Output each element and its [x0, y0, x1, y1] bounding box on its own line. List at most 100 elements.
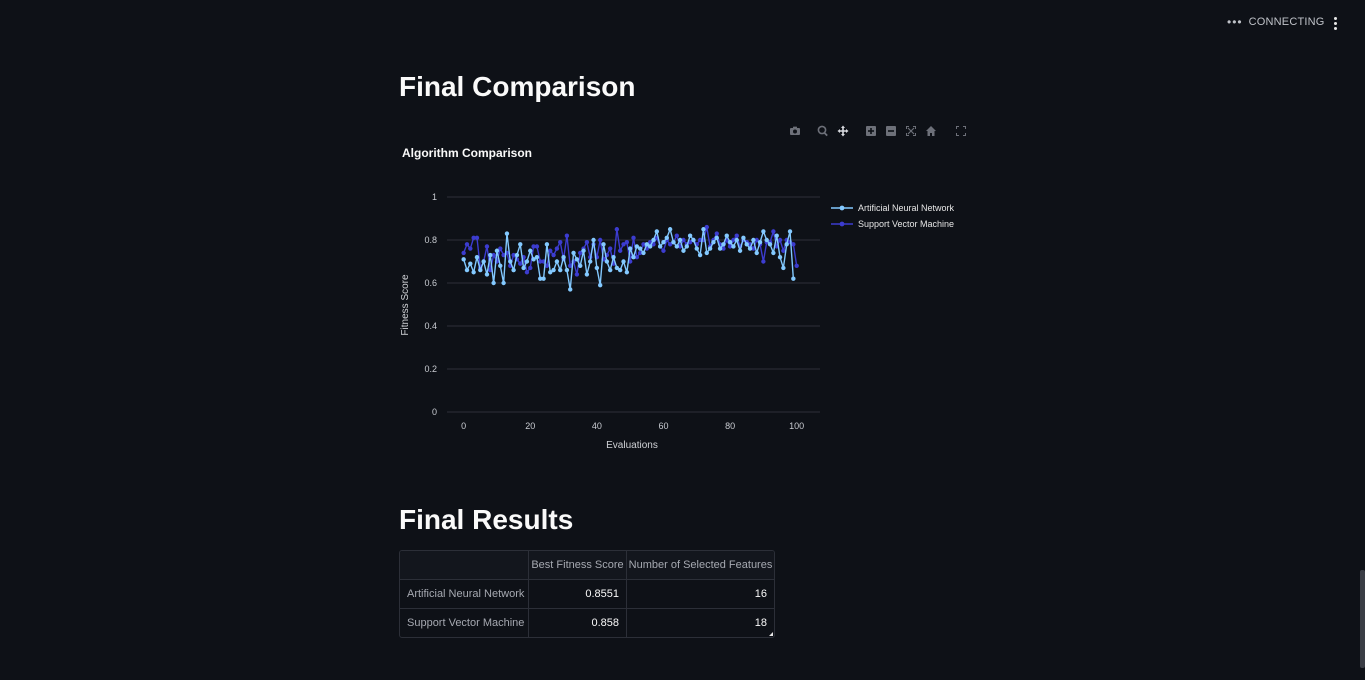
- y-tick-label: 0: [432, 407, 437, 417]
- data-point: [661, 248, 666, 253]
- data-point: [621, 259, 626, 264]
- camera-icon[interactable]: [788, 124, 802, 138]
- data-point: [578, 263, 583, 268]
- data-point: [498, 263, 503, 268]
- data-point: [711, 239, 716, 245]
- table-cell-score[interactable]: 0.858: [528, 609, 626, 637]
- pan-icon[interactable]: [836, 124, 850, 138]
- data-point: [647, 244, 653, 249]
- data-point: [651, 237, 656, 243]
- x-tick-label: 0: [461, 421, 466, 431]
- data-point: [481, 259, 486, 264]
- data-point: [464, 267, 470, 273]
- data-point: [777, 237, 783, 243]
- chart-modebar: [788, 124, 968, 138]
- data-point: [574, 257, 580, 262]
- data-point: [794, 263, 799, 268]
- data-point: [607, 267, 613, 273]
- data-point: [528, 265, 533, 271]
- table-cell-score[interactable]: 0.8551: [528, 580, 626, 608]
- data-point: [674, 233, 679, 238]
- data-point: [627, 246, 633, 251]
- data-point: [761, 229, 766, 234]
- chart-series: [461, 224, 799, 292]
- data-point: [724, 233, 729, 238]
- table-row[interactable]: Artificial Neural Network 0.8551 16: [400, 579, 774, 608]
- data-point: [614, 227, 620, 232]
- table-header-features[interactable]: Number of Selected Features: [626, 551, 774, 579]
- data-point: [727, 239, 733, 245]
- table-row-label: Support Vector Machine: [407, 617, 525, 629]
- autoscale-icon[interactable]: [904, 124, 918, 138]
- section-title-comparison: Final Comparison: [399, 71, 636, 102]
- resize-handle-icon[interactable]: [769, 632, 773, 636]
- data-point: [591, 237, 596, 243]
- data-point: [594, 265, 600, 271]
- data-point: [478, 267, 483, 273]
- results-table[interactable]: Best Fitness Score Number of Selected Fe…: [399, 550, 775, 638]
- data-point: [541, 276, 546, 281]
- data-point: [654, 229, 660, 234]
- data-point: [697, 252, 703, 258]
- data-point: [551, 252, 556, 258]
- zoom-out-icon[interactable]: [884, 124, 898, 138]
- data-point: [757, 239, 763, 245]
- data-point: [488, 252, 493, 258]
- data-point: [508, 259, 513, 264]
- data-point: [701, 227, 706, 232]
- data-point: [494, 248, 500, 253]
- zoom-icon[interactable]: [816, 124, 830, 138]
- table-cell-features[interactable]: 16: [626, 580, 774, 608]
- y-tick-label: 1: [432, 192, 437, 202]
- data-point: [518, 242, 523, 247]
- page-scrollbar[interactable]: [1360, 570, 1365, 668]
- data-point: [461, 257, 466, 262]
- data-point: [574, 272, 580, 277]
- x-tick-label: 40: [592, 421, 602, 431]
- table-cell-features[interactable]: 18: [626, 609, 774, 637]
- data-point: [624, 239, 630, 245]
- data-point: [501, 280, 506, 286]
- data-point: [597, 237, 603, 243]
- table-row[interactable]: Support Vector Machine 0.858 18: [400, 608, 774, 637]
- data-point: [784, 242, 789, 247]
- data-point: [461, 250, 466, 256]
- data-point: [714, 235, 719, 241]
- data-point: [737, 248, 743, 253]
- data-point: [521, 265, 526, 271]
- data-point: [704, 250, 709, 256]
- y-tick-label: 0.6: [424, 278, 437, 288]
- data-point: [528, 248, 533, 253]
- data-point: [474, 255, 480, 260]
- data-point: [471, 270, 476, 275]
- app-header: ••• CONNECTING: [0, 0, 1365, 44]
- data-point: [558, 239, 563, 245]
- data-point: [721, 242, 726, 247]
- data-point: [774, 233, 779, 238]
- data-point: [581, 248, 586, 253]
- data-point: [601, 242, 606, 247]
- y-tick-label: 0.2: [424, 364, 437, 374]
- algorithm-comparison-chart[interactable]: Algorithm Comparison 0 0.2 0.4 0.6 0.8 1 0 20 4…: [399, 140, 959, 460]
- fullscreen-icon[interactable]: [954, 124, 968, 138]
- data-point: [524, 270, 530, 275]
- data-point: [611, 255, 616, 260]
- data-point: [534, 244, 540, 249]
- data-point: [637, 246, 643, 251]
- data-point: [617, 267, 623, 273]
- x-axis-label: Evaluations: [606, 440, 658, 451]
- data-point: [671, 239, 676, 245]
- data-point: [664, 235, 670, 241]
- data-point: [511, 267, 516, 273]
- zoom-in-icon[interactable]: [864, 124, 878, 138]
- table-header-score[interactable]: Best Fitness Score: [528, 551, 626, 579]
- data-point: [518, 261, 523, 266]
- x-tick-label: 20: [525, 421, 535, 431]
- x-tick-label: 80: [725, 421, 735, 431]
- data-point: [464, 242, 470, 247]
- data-point: [631, 255, 636, 260]
- home-icon[interactable]: [924, 124, 938, 138]
- connection-status: ••• CONNECTING: [1227, 15, 1325, 29]
- data-point: [534, 255, 540, 260]
- main-menu-button[interactable]: [1327, 14, 1343, 32]
